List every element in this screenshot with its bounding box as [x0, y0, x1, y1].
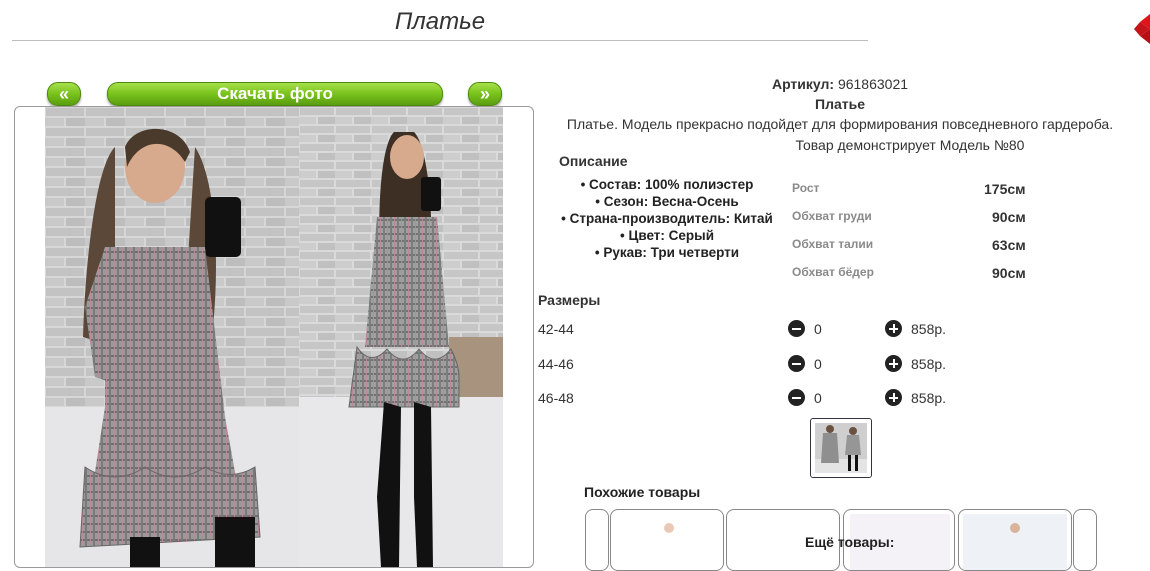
size-row-label: 42-44	[538, 321, 574, 337]
prev-photo-button[interactable]: «	[47, 82, 81, 106]
size-row-label: 46-48	[538, 390, 574, 406]
param-value-waist: 63см	[992, 237, 1026, 253]
carousel-prev-button[interactable]	[585, 509, 609, 571]
product-description: Платье. Модель прекрасно подойдет для фо…	[566, 116, 1114, 132]
details-item: Сезон: Весна-Осень	[552, 193, 782, 210]
param-value-height: 175см	[984, 181, 1026, 197]
param-label-chest: Обхват груди	[792, 209, 872, 223]
details-list: Состав: 100% полиэстер Сезон: Весна-Осен…	[552, 176, 782, 261]
minus-icon[interactable]	[788, 355, 805, 372]
size-price: 858р.	[911, 390, 947, 406]
similar-product-card[interactable]	[958, 509, 1072, 571]
similar-product-image	[664, 523, 674, 533]
size-qty: 0	[814, 390, 822, 406]
product-photo-full[interactable]	[299, 107, 503, 567]
model-note: Товар демонстрирует Модель №80	[795, 137, 1025, 153]
title-divider	[12, 40, 868, 41]
plus-icon[interactable]	[885, 320, 902, 337]
size-qty: 0	[814, 356, 822, 372]
page-title: Платье	[394, 8, 486, 35]
sku-label: Артикул:	[771, 76, 835, 92]
similar-title: Похожие товары	[584, 484, 701, 500]
similar-product-image	[963, 514, 1067, 570]
download-photo-button[interactable]: Скачать фото	[107, 82, 443, 106]
size-price: 858р.	[911, 321, 947, 337]
param-label-waist: Обхват талии	[792, 237, 874, 251]
product-name: Платье	[815, 96, 865, 112]
param-value-hips: 90см	[992, 265, 1026, 281]
details-item: Страна-производитель: Китай	[552, 210, 782, 227]
carousel-next-button[interactable]	[1073, 509, 1097, 571]
similar-product-card[interactable]	[610, 509, 724, 571]
param-label-hips: Обхват бёдер	[792, 265, 874, 279]
sku-line: Артикул: 961863021	[690, 76, 990, 92]
sizes-title: Размеры	[538, 292, 601, 308]
product-photo-front[interactable]	[45, 107, 299, 567]
size-price: 858р.	[911, 356, 947, 372]
size-row-label: 44-46	[538, 356, 574, 372]
details-item: Состав: 100% полиэстер	[552, 176, 782, 193]
param-value-chest: 90см	[992, 209, 1026, 225]
details-title: Описание	[559, 153, 628, 169]
details-item: Рукав: Три четверти	[552, 244, 782, 261]
details-item: Цвет: Серый	[552, 227, 782, 244]
plus-icon[interactable]	[885, 355, 902, 372]
product-photo-frame	[14, 106, 534, 568]
plus-icon[interactable]	[885, 389, 902, 406]
size-qty: 0	[814, 321, 822, 337]
more-products-title: Ещё товары:	[805, 534, 895, 550]
param-label-height: Рост	[792, 181, 820, 195]
next-photo-button[interactable]: »	[468, 82, 502, 106]
minus-icon[interactable]	[788, 389, 805, 406]
minus-icon[interactable]	[788, 320, 805, 337]
photo-thumbnail[interactable]	[810, 418, 872, 478]
red-arrow-icon[interactable]	[1134, 14, 1150, 44]
sku-value: 961863021	[837, 76, 909, 92]
